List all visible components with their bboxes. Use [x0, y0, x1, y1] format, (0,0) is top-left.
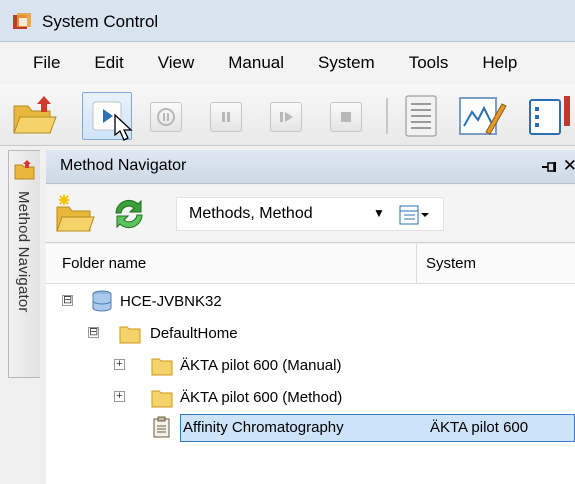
method-editor-icon: [529, 96, 570, 135]
folder-icon: [151, 358, 173, 376]
tree-row-folder-manual[interactable]: + ÄKTA pilot 600 (Manual): [46, 350, 575, 382]
menu-file[interactable]: File: [0, 48, 77, 78]
log-list-icon: [405, 95, 437, 137]
collapse-icon[interactable]: ⊟: [62, 295, 73, 306]
collapse-icon[interactable]: ⊟: [88, 327, 99, 338]
tree-row-folder-method[interactable]: + ÄKTA pilot 600 (Method): [46, 382, 575, 414]
folder-icon: [119, 326, 141, 344]
tree-system-method: ÄKTA pilot 600: [430, 419, 529, 436]
toolbar-divider: [386, 98, 388, 134]
method-document-icon: [153, 416, 170, 438]
pin-icon[interactable]: [541, 160, 559, 174]
tree-label-folder-method: ÄKTA pilot 600 (Method): [180, 389, 343, 406]
column-chooser-icon[interactable]: [399, 205, 431, 225]
expand-icon[interactable]: +: [114, 359, 125, 370]
open-folder-button[interactable]: [10, 92, 60, 140]
run-button[interactable]: [82, 92, 133, 141]
app-icon: [13, 13, 31, 29]
column-header-folder-name[interactable]: Folder name: [62, 255, 146, 272]
menu-edit[interactable]: Edit: [77, 48, 140, 78]
new-folder-button[interactable]: [54, 193, 96, 235]
view-filter-value: Methods, Method: [189, 205, 313, 222]
column-divider[interactable]: [416, 244, 417, 284]
refresh-icon: [115, 199, 143, 229]
hold-button[interactable]: [150, 102, 182, 132]
stop-icon: [341, 112, 351, 122]
side-tab-label: Method Navigator: [15, 191, 32, 313]
folder-icon: [14, 160, 35, 180]
title-bar: System Control: [0, 0, 575, 42]
evaluation-button[interactable]: [456, 92, 507, 140]
folder-icon: [151, 390, 173, 408]
chart-brush-icon: [459, 97, 507, 135]
stop-button[interactable]: [330, 102, 362, 132]
tree-row-defaulthome[interactable]: ⊟ DefaultHome: [46, 318, 575, 350]
pause-button[interactable]: [210, 102, 242, 132]
step-button[interactable]: [270, 102, 302, 132]
method-editor-button[interactable]: [526, 92, 575, 140]
refresh-button[interactable]: [108, 193, 150, 235]
database-server-icon: [92, 290, 112, 312]
menu-manual[interactable]: Manual: [211, 48, 301, 78]
tree-label-method: Affinity Chromatography: [183, 419, 344, 436]
column-header-system[interactable]: System: [426, 255, 476, 272]
navigator-title: Method Navigator: [60, 157, 187, 174]
open-folder-icon: [13, 96, 57, 134]
side-tab-method-navigator[interactable]: Method Navigator: [8, 150, 40, 378]
mouse-cursor-icon: [114, 113, 133, 141]
menu-view[interactable]: View: [141, 48, 212, 78]
navigator-header: Method Navigator ✕: [46, 150, 575, 184]
tree-row-method[interactable]: Affinity Chromatography ÄKTA pilot 600: [46, 412, 575, 444]
pause-icon: [222, 112, 230, 122]
expand-icon[interactable]: +: [114, 391, 125, 402]
hold-icon: [157, 108, 175, 126]
view-filter-select[interactable]: Methods, Method ▼: [176, 197, 444, 231]
menu-system[interactable]: System: [301, 48, 392, 78]
method-tree-grid: Folder name System ⊟ HCE-JVBNK32 ⊟ Defau…: [46, 244, 575, 484]
tree-label-root: HCE-JVBNK32: [120, 293, 222, 310]
menu-bar: File Edit View Manual System Tools Help: [0, 43, 575, 83]
menu-help[interactable]: Help: [465, 48, 534, 78]
tree-label-defaulthome: DefaultHome: [150, 325, 238, 342]
run-log-button[interactable]: [398, 92, 448, 140]
new-folder-icon: [56, 195, 95, 232]
navigator-toolbar: Methods, Method ▼: [46, 185, 575, 243]
grid-header: Folder name System: [46, 244, 575, 284]
tree-label-folder-manual: ÄKTA pilot 600 (Manual): [180, 357, 342, 374]
window-title: System Control: [42, 12, 159, 31]
tree-row-root[interactable]: ⊟ HCE-JVBNK32: [46, 286, 575, 318]
menu-tools[interactable]: Tools: [392, 48, 466, 78]
step-icon: [280, 112, 293, 122]
main-toolbar: [0, 84, 575, 146]
close-icon[interactable]: ✕: [563, 156, 575, 176]
dropdown-arrow-icon: ▼: [373, 206, 385, 220]
